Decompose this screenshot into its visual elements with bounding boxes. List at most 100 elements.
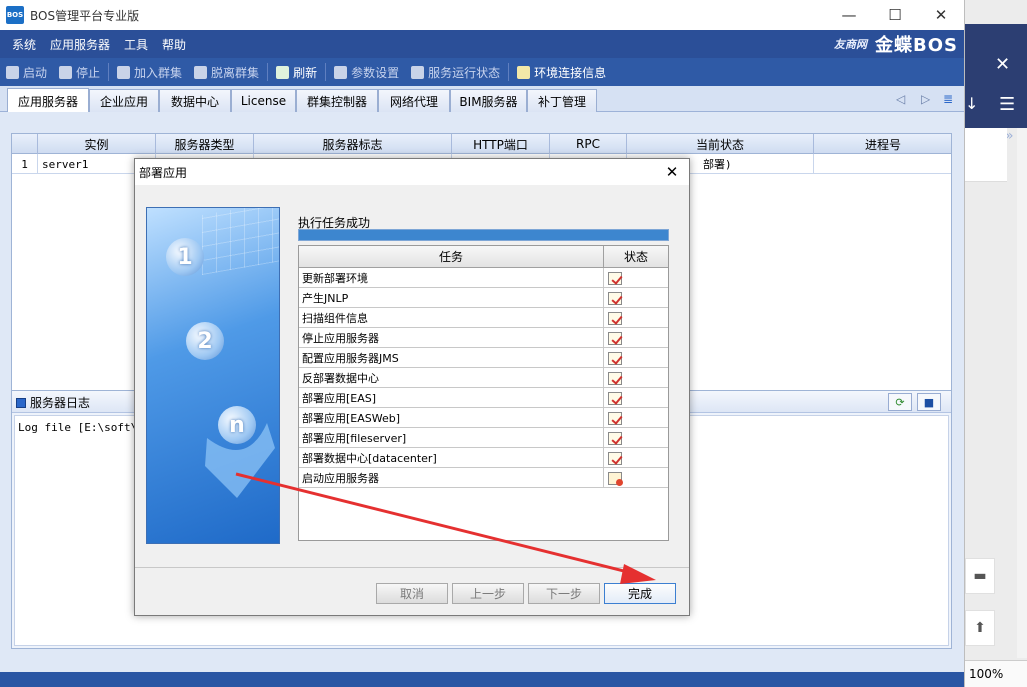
task-name: 部署应用[EAS] <box>299 388 604 408</box>
task-row[interactable]: 产生JNLP <box>299 288 668 308</box>
menu-app-server[interactable]: 应用服务器 <box>50 36 110 53</box>
tab-prev-icon[interactable]: ◁ <box>896 92 905 106</box>
archive-icon[interactable]: ▬ <box>965 558 995 594</box>
tab-next-icon[interactable]: ▷ <box>921 92 930 106</box>
tab-bim-server[interactable]: BIM服务器 <box>450 89 527 112</box>
task-row[interactable]: 启动应用服务器 <box>299 468 668 488</box>
log-refresh-icon[interactable]: ⟳ <box>888 393 912 411</box>
log-save-icon[interactable]: ■ <box>917 393 941 411</box>
maximize-icon[interactable]: ☐ <box>872 0 918 30</box>
column-header[interactable]: 服务器标志 <box>254 134 452 154</box>
join-cluster-button[interactable]: 加入群集 <box>117 64 182 81</box>
task-row[interactable]: 部署应用[EASWeb] <box>299 408 668 428</box>
task-name: 启动应用服务器 <box>299 468 604 488</box>
menu-icon[interactable]: ☰ <box>999 94 1015 115</box>
completed-check-icon <box>608 311 622 325</box>
close-icon[interactable]: ✕ <box>918 0 964 30</box>
menu-tools[interactable]: 工具 <box>124 36 148 53</box>
join-cluster-icon <box>117 65 131 79</box>
task-name: 部署数据中心[datacenter] <box>299 448 604 468</box>
completed-check-icon <box>608 271 622 285</box>
task-status <box>604 288 664 308</box>
zoom-level[interactable]: 100% <box>965 660 1027 687</box>
refresh-button[interactable]: 刷新 <box>276 64 317 81</box>
log-title: 服务器日志 <box>16 394 90 411</box>
column-header[interactable]: 当前状态 <box>627 134 814 154</box>
start-button[interactable]: 启动 <box>6 64 47 81</box>
task-status <box>604 388 664 408</box>
tab-license[interactable]: License <box>231 89 296 112</box>
settings-button[interactable]: 参数设置 <box>334 64 399 81</box>
cancel-button[interactable]: 取消 <box>376 583 448 604</box>
tab-network-proxy[interactable]: 网络代理 <box>378 89 450 112</box>
stop-icon <box>59 65 73 79</box>
task-name: 更新部署环境 <box>299 268 604 288</box>
task-name: 产生JNLP <box>299 288 604 308</box>
task-name: 部署应用[fileserver] <box>299 428 604 448</box>
scrollbar[interactable] <box>1017 128 1027 658</box>
settings-icon <box>334 65 348 79</box>
scroll-top-icon[interactable]: ⬆ <box>965 610 995 646</box>
wizard-image: 1 2 n <box>146 207 280 544</box>
task-progress-bar <box>298 229 669 241</box>
task-row[interactable]: 部署应用[fileserver] <box>299 428 668 448</box>
toolbar-separator <box>325 63 327 81</box>
service-status-icon <box>411 65 425 79</box>
task-row[interactable]: 反部署数据中心 <box>299 368 668 388</box>
close-icon[interactable]: ✕ <box>995 54 1010 75</box>
wizard-arrow-graphic <box>205 423 275 498</box>
column-header[interactable]: RPC <box>550 134 627 154</box>
env-connection-button[interactable]: 环境连接信息 <box>517 64 606 81</box>
deploy-dialog: 部署应用 ✕ 1 2 n 执行任务成功 任务 状态 更新部署环境 产生JNLP 扫描… <box>134 158 690 616</box>
completed-check-icon <box>608 431 622 445</box>
kingdee-bos-logo: 金蝶BOS <box>875 35 958 56</box>
column-header[interactable]: HTTP端口 <box>452 134 550 154</box>
column-header[interactable]: 服务器类型 <box>156 134 254 154</box>
menu-bar: 系统 应用服务器 工具 帮助 <box>0 30 964 58</box>
task-row[interactable]: 扫描组件信息 <box>299 308 668 328</box>
finish-button[interactable]: 完成 <box>604 583 676 604</box>
toolbar-separator <box>108 63 110 81</box>
menu-help[interactable]: 帮助 <box>162 36 186 53</box>
toolbar: 启动 停止 加入群集 脱离群集 刷新 参数设置 服务运行状态 环境连接信息 <box>0 58 964 86</box>
close-icon[interactable]: ✕ <box>661 161 683 183</box>
task-row[interactable]: 部署数据中心[datacenter] <box>299 448 668 468</box>
dialog-title: 部署应用 <box>135 159 689 185</box>
table-header: 实例 服务器类型 服务器标志 HTTP端口 RPC 当前状态 进程号 <box>12 134 951 154</box>
tab-cluster-controller[interactable]: 群集控制器 <box>296 89 378 112</box>
tab-data-center[interactable]: 数据中心 <box>159 89 231 112</box>
task-status <box>604 348 664 368</box>
task-name: 部署应用[EASWeb] <box>299 408 604 428</box>
tab-app-server[interactable]: 应用服务器 <box>7 88 89 113</box>
toolbar-separator <box>508 63 510 81</box>
minimize-icon[interactable]: — <box>826 0 872 30</box>
column-header[interactable]: 进程号 <box>814 134 952 154</box>
task-name: 扫描组件信息 <box>299 308 604 328</box>
download-icon[interactable]: ↓ <box>965 94 978 113</box>
task-row[interactable]: 更新部署环境 <box>299 268 668 288</box>
side-panel <box>965 128 1007 182</box>
column-header[interactable]: 实例 <box>38 134 156 154</box>
browser-header: ✕ ↓ ☰ » <box>965 24 1027 144</box>
task-status <box>604 448 664 468</box>
stop-button[interactable]: 停止 <box>59 64 100 81</box>
service-status-button[interactable]: 服务运行状态 <box>411 64 500 81</box>
next-button[interactable]: 下一步 <box>528 583 600 604</box>
leave-cluster-button[interactable]: 脱离群集 <box>194 64 259 81</box>
row-number: 1 <box>12 154 38 174</box>
tab-enterprise-app[interactable]: 企业应用 <box>89 89 159 112</box>
task-row[interactable]: 部署应用[EAS] <box>299 388 668 408</box>
task-column-header: 任务 <box>299 246 604 268</box>
tab-list-icon[interactable]: ≣ <box>943 92 953 106</box>
task-row[interactable]: 配置应用服务器JMS <box>299 348 668 368</box>
task-status <box>604 468 664 488</box>
column-header <box>12 134 38 154</box>
window-title: BOS管理平台专业版 <box>30 8 140 23</box>
tab-patch-management[interactable]: 补丁管理 <box>527 89 597 112</box>
prev-button[interactable]: 上一步 <box>452 583 524 604</box>
completed-check-icon <box>608 351 622 365</box>
task-row[interactable]: 停止应用服务器 <box>299 328 668 348</box>
menu-system[interactable]: 系统 <box>12 36 36 53</box>
background-browser-window: ✕ ↓ ☰ » ▬ ⬆ 100% <box>964 0 1027 687</box>
toolbar-separator <box>267 63 269 81</box>
